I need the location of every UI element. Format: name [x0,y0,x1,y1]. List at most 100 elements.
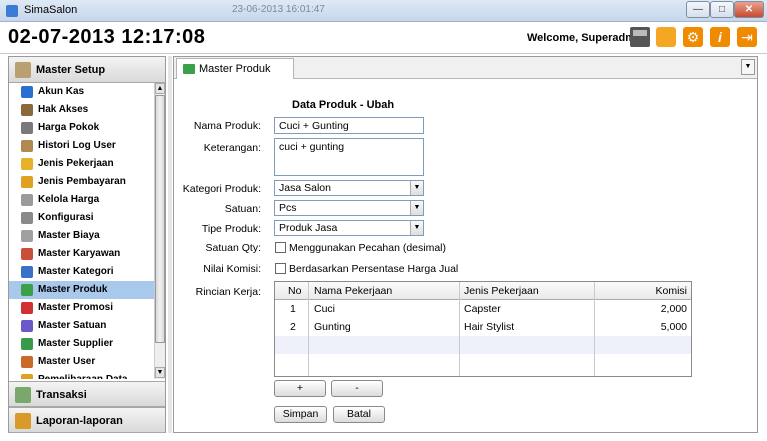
table-row[interactable]: 1 Cuci Capster 2,000 [275,300,691,318]
info-icon[interactable]: i [710,27,730,47]
datetime-clock: 02-07-2013 12:17:08 [8,26,206,48]
sidebar-item-label: Master Supplier [38,338,114,349]
sidebar-item-master-produk[interactable]: Master Produk [9,281,154,299]
pemeliharaan-data-icon [21,374,33,379]
close-window-button[interactable]: ✕ [734,1,764,18]
persentase-checkbox-label[interactable]: Berdasarkan Persentase Harga Jual [289,263,458,275]
sidebar-item-jenis-pekerjaan[interactable]: Jenis Pekerjaan [9,155,154,173]
chevron-down-icon[interactable]: ▼ [410,181,423,195]
sidebar-item-master-karyawan[interactable]: Master Karyawan [9,245,154,263]
persentase-checkbox[interactable] [275,263,286,274]
table-row-empty[interactable] [275,354,691,372]
cell-no: 1 [290,303,296,315]
sidebar-item-harga-pokok[interactable]: Harga Pokok [9,119,154,137]
sidebar-item-label: Master Kategori [38,266,114,277]
jenis-pembayaran-icon [21,176,33,188]
welcome-text: Welcome, Superadmin [527,32,645,44]
scroll-up-arrow[interactable]: ▲ [155,83,165,94]
product-icon [183,64,195,74]
section-master-setup[interactable]: Master Setup [9,57,165,83]
kategori-produk-select[interactable]: Jasa Salon ▼ [274,180,424,196]
column-no[interactable]: No [288,285,301,297]
nama-produk-label: Nama Produk: [193,120,261,132]
minimize-button[interactable]: — [686,1,710,18]
sidebar-item-histori-log-user[interactable]: Histori Log User [9,137,154,155]
form-title: Data Produk - Ubah [292,99,395,111]
cancel-button[interactable]: Batal [333,406,385,423]
sidebar-item-master-biaya[interactable]: Master Biaya [9,227,154,245]
sidebar-item-label: Konfigurasi [38,212,94,223]
sidebar-scrollbar[interactable]: ▲ ▼ [154,83,165,379]
satuan-value: Pcs [279,202,297,214]
sidebar-item-akun-kas[interactable]: Akun Kas [9,83,154,101]
table-header: No Nama Pekerjaan Jenis Pekerjaan Komisi [275,282,691,300]
sidebar-item-master-promosi[interactable]: Master Promosi [9,299,154,317]
konfigurasi-icon [21,212,33,224]
section-laporan[interactable]: Laporan-laporan [9,407,165,433]
column-nama-pekerjaan[interactable]: Nama Pekerjaan [314,285,392,297]
cash-register-icon[interactable] [630,27,650,47]
receipt-icon [15,387,31,403]
save-button[interactable]: Simpan [274,406,327,423]
window-title: SimaSalon [24,4,78,16]
scroll-thumb[interactable] [155,95,165,343]
tipe-produk-select[interactable]: Produk Jasa ▼ [274,220,424,236]
sidebar-item-label: Master Produk [38,284,108,295]
panel-splitter[interactable] [168,56,172,433]
nilai-komisi-label: Nilai Komisi: [203,263,261,275]
histori-log-user-icon [21,140,33,152]
keterangan-label: Keterangan: [203,142,261,154]
tab-list-dropdown[interactable]: ▼ [741,59,755,75]
rincian-kerja-label: Rincian Kerja: [195,286,261,298]
rincian-kerja-table[interactable]: No Nama Pekerjaan Jenis Pekerjaan Komisi… [274,281,692,377]
add-row-button[interactable]: + [274,380,326,397]
nama-produk-input[interactable]: Cuci + Gunting [274,117,424,134]
remove-row-button[interactable]: - [331,380,383,397]
background-window-title: 23-06-2013 16:01:47 [232,4,325,15]
sidebar-item-pemeliharaan-data[interactable]: Pemeliharaan Data [9,371,154,379]
column-komisi[interactable]: Komisi [655,285,687,297]
chevron-down-icon[interactable]: ▼ [410,221,423,235]
cell-nama-pekerjaan: Gunting [314,321,351,333]
sidebar-item-master-supplier[interactable]: Master Supplier [9,335,154,353]
sidebar-item-label: Master User [38,356,96,367]
exit-icon[interactable]: ⇥ [737,27,757,47]
gear-icon[interactable]: ⚙ [683,27,703,47]
scroll-down-arrow[interactable]: ▼ [155,367,165,378]
chevron-down-icon[interactable]: ▼ [410,201,423,215]
tools-icon [15,62,31,78]
kelola-harga-icon [21,194,33,206]
table-row[interactable]: 2 Gunting Hair Stylist 5,000 [275,318,691,336]
main-panel: Master Produk ▼ Data Produk - Ubah Nama … [173,56,758,433]
sidebar-item-master-user[interactable]: Master User [9,353,154,371]
column-jenis-pekerjaan[interactable]: Jenis Pekerjaan [464,285,539,297]
sidebar-item-jenis-pembayaran[interactable]: Jenis Pembayaran [9,173,154,191]
report-icon [15,413,31,429]
maximize-button[interactable]: □ [710,1,734,18]
section-transaksi[interactable]: Transaksi [9,381,165,407]
satuan-qty-label: Satuan Qty: [205,242,261,254]
pecahan-checkbox-label[interactable]: Menggunakan Pecahan (desimal) [289,242,446,254]
sidebar-item-master-satuan[interactable]: Master Satuan [9,317,154,335]
table-row-empty[interactable] [275,336,691,354]
harga-pokok-icon [21,122,33,134]
sidebar-item-kelola-harga[interactable]: Kelola Harga [9,191,154,209]
keterangan-textarea[interactable]: cuci + gunting [274,138,424,176]
fullscreen-icon[interactable] [656,27,676,47]
pecahan-checkbox[interactable] [275,242,286,253]
satuan-select[interactable]: Pcs ▼ [274,200,424,216]
sidebar-item-label: Akun Kas [38,86,85,97]
akun-kas-icon [21,86,33,98]
sidebar-item-label: Hak Akses [38,104,89,115]
sidebar-item-konfigurasi[interactable]: Konfigurasi [9,209,154,227]
section-transaksi-label: Transaksi [36,389,87,401]
tab-master-produk[interactable]: Master Produk [176,58,294,79]
cell-jenis-pekerjaan: Hair Stylist [464,321,515,333]
kategori-produk-label: Kategori Produk: [182,183,261,195]
column-divider [594,282,595,376]
sidebar-item-label: Master Promosi [38,302,114,313]
sidebar-item-label: Pemeliharaan Data [38,374,128,379]
sidebar-item-hak-akses[interactable]: Hak Akses [9,101,154,119]
sidebar-item-label: Harga Pokok [38,122,100,133]
sidebar-item-master-kategori[interactable]: Master Kategori [9,263,154,281]
